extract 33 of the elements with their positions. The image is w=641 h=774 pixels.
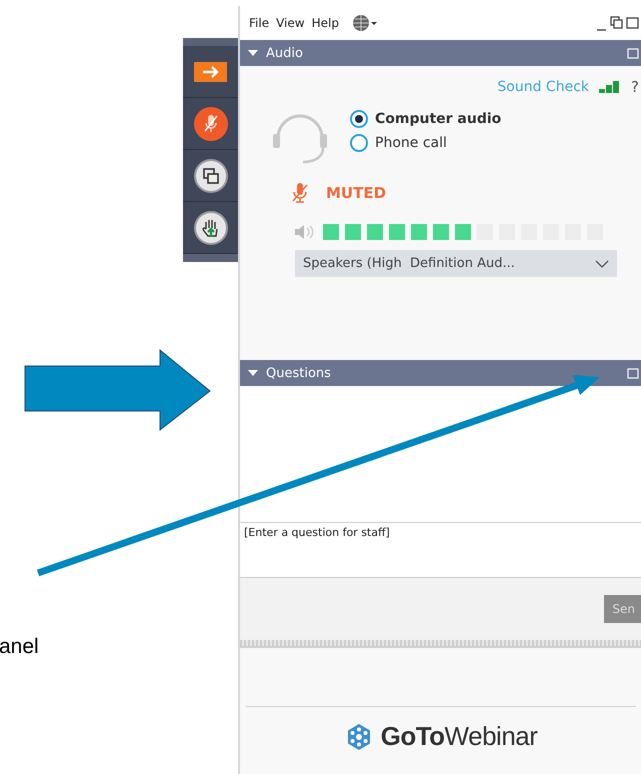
collapse-button[interactable] (194, 62, 227, 82)
help-link[interactable]: ? (631, 78, 641, 96)
audio-option[interactable]: Phone call (350, 134, 502, 152)
resize-grip[interactable] (240, 640, 641, 648)
menu-item[interactable]: Help (312, 16, 339, 30)
screen-button[interactable] (194, 158, 228, 192)
speaker-dropdown[interactable]: Speakers (High Definition Aud... (295, 250, 617, 277)
section-header[interactable]: Questions (240, 360, 641, 386)
arrow-icon (200, 66, 220, 78)
question-input[interactable]: [Enter a question for staff] (240, 522, 641, 578)
section-header[interactable]: Audio (240, 40, 641, 66)
menu-item[interactable]: View (276, 16, 305, 30)
muted-mic-icon (204, 114, 218, 134)
mute-button[interactable] (194, 106, 228, 140)
window-controls-icon[interactable] (597, 15, 641, 31)
popout-icon[interactable] (627, 47, 639, 59)
mute-status: MUTED (326, 184, 386, 202)
annotation-text: anel (0, 635, 40, 659)
radio-button[interactable] (350, 110, 368, 128)
muted-mic-icon (292, 182, 308, 204)
menu-item[interactable]: File (249, 16, 270, 30)
windows-icon (202, 166, 220, 184)
chevron-down-icon (595, 260, 609, 268)
section-title: Questions (266, 366, 331, 380)
brand-logo: GoToWebinar (380, 721, 538, 752)
radio-button[interactable] (350, 134, 368, 152)
section-title: Audio (266, 46, 303, 60)
raise-hand-button[interactable] (194, 210, 228, 244)
popout-icon[interactable] (627, 367, 639, 379)
globe-icon[interactable] (352, 14, 378, 32)
audio-option[interactable]: Computer audio (350, 110, 502, 128)
speaker-icon (294, 224, 314, 240)
signal-icon (599, 80, 621, 94)
